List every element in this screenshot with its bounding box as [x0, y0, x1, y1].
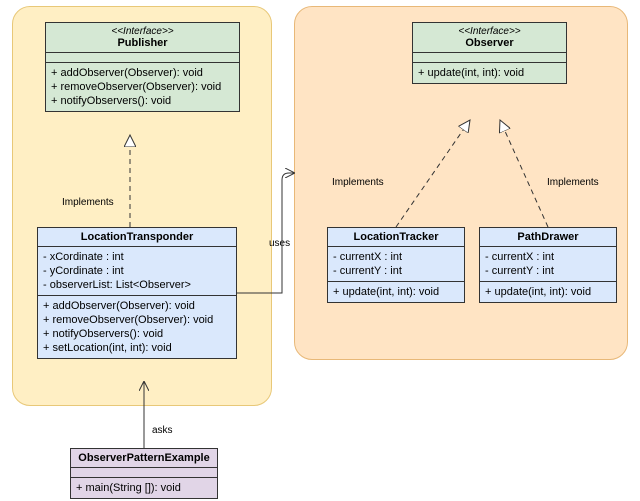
class-path-drawer: PathDrawer - currentX : int - currentY :…: [479, 227, 617, 303]
attrs-section: - currentX : int - currentY : int: [328, 247, 464, 282]
class-name: Observer: [465, 37, 513, 49]
methods-section: + update(int, int): void: [480, 282, 616, 302]
class-name: Publisher: [117, 37, 167, 49]
method: + removeObserver(Observer): void: [51, 80, 234, 94]
methods-section: + main(String []): void: [71, 478, 217, 498]
attr: - currentY : int: [333, 264, 459, 278]
class-observer-pattern-example: ObserverPatternExample + main(String [])…: [70, 448, 218, 499]
method: + update(int, int): void: [333, 285, 459, 299]
stereotype: <<Interface>>: [50, 26, 235, 37]
attr: - currentY : int: [485, 264, 611, 278]
class-observer: <<Interface>> Observer + update(int, int…: [412, 22, 567, 84]
label-uses: uses: [269, 238, 290, 249]
method: + addObserver(Observer): void: [51, 66, 234, 80]
class-name: PathDrawer: [480, 228, 616, 247]
method: + update(int, int): void: [418, 66, 561, 80]
attrs-section: [71, 468, 217, 478]
class-location-tracker: LocationTracker - currentX : int - curre…: [327, 227, 465, 303]
label-implements: Implements: [62, 197, 114, 208]
class-publisher: <<Interface>> Publisher + addObserver(Ob…: [45, 22, 240, 112]
attr: - xCordinate : int: [43, 250, 231, 264]
label-implements: Implements: [332, 177, 384, 188]
methods-section: + update(int, int): void: [328, 282, 464, 302]
class-name: LocationTransponder: [38, 228, 236, 247]
class-observer-header: <<Interface>> Observer: [413, 23, 566, 53]
attr: - currentX : int: [333, 250, 459, 264]
attr: - currentX : int: [485, 250, 611, 264]
method: + notifyObservers(): void: [43, 327, 231, 341]
method: + notifyObservers(): void: [51, 94, 234, 108]
label-asks: asks: [152, 425, 173, 436]
method: + setLocation(int, int): void: [43, 341, 231, 355]
attrs-section: - currentX : int - currentY : int: [480, 247, 616, 282]
label-implements: Implements: [547, 177, 599, 188]
class-location-transponder: LocationTransponder - xCordinate : int -…: [37, 227, 237, 359]
methods-section: + addObserver(Observer): void + removeOb…: [46, 63, 239, 111]
method: + update(int, int): void: [485, 285, 611, 299]
attrs-section: [413, 53, 566, 63]
attrs-section: [46, 53, 239, 63]
method: + removeObserver(Observer): void: [43, 313, 231, 327]
methods-section: + addObserver(Observer): void + removeOb…: [38, 296, 236, 358]
attrs-section: - xCordinate : int - yCordinate : int - …: [38, 247, 236, 296]
methods-section: + update(int, int): void: [413, 63, 566, 83]
method: + addObserver(Observer): void: [43, 299, 231, 313]
method: + main(String []): void: [76, 481, 212, 495]
class-publisher-header: <<Interface>> Publisher: [46, 23, 239, 53]
attr: - yCordinate : int: [43, 264, 231, 278]
class-name: LocationTracker: [328, 228, 464, 247]
stereotype: <<Interface>>: [417, 26, 562, 37]
attr: - observerList: List<Observer>: [43, 278, 231, 292]
class-name: ObserverPatternExample: [71, 449, 217, 468]
